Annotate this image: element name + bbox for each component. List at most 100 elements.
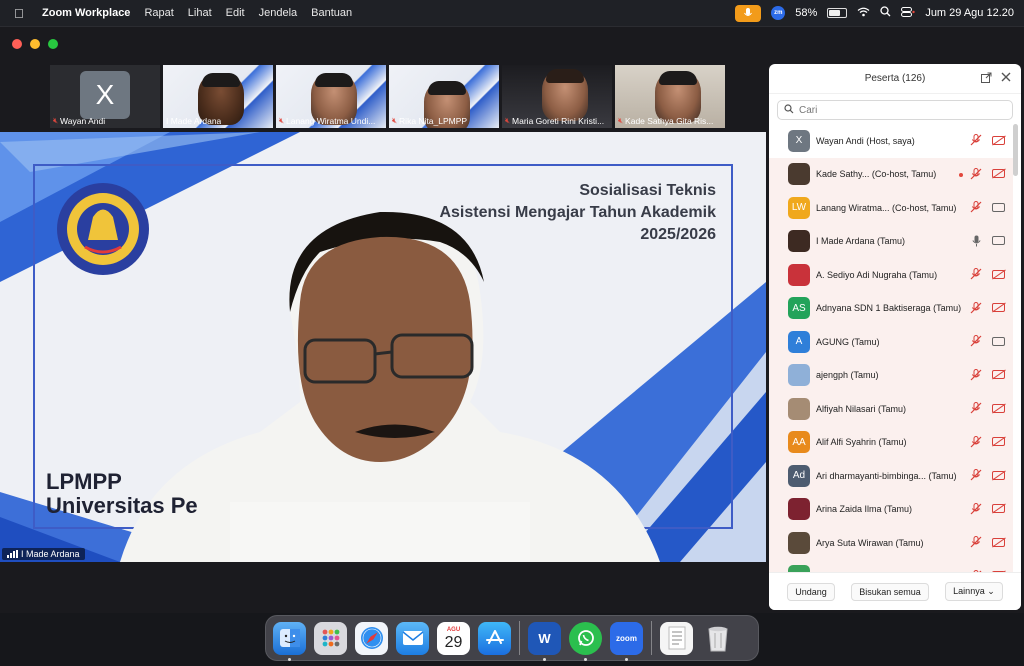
battery-icon[interactable]: [827, 8, 848, 18]
participant-row[interactable]: ajengph (Tamu): [769, 358, 1013, 392]
wifi-icon[interactable]: [857, 7, 870, 20]
muted-mic-icon[interactable]: [970, 536, 982, 548]
muted-mic-icon[interactable]: [970, 368, 982, 381]
microphone-icon[interactable]: [970, 235, 982, 247]
apple-icon[interactable]: : [14, 6, 28, 21]
muted-mic-icon[interactable]: [970, 134, 982, 146]
muted-mic-icon: 🔇︎: [53, 116, 59, 125]
video-off-icon[interactable]: [992, 537, 1005, 547]
menu-bantuan[interactable]: Bantuan: [311, 7, 352, 19]
participants-panel: Peserta (126) Cari X Wayan Andi (Host, sa…: [769, 64, 1021, 610]
menubar-datetime[interactable]: Jum 29 Agu 12.20: [925, 7, 1014, 19]
muted-mic-icon: 🔇︎: [279, 116, 285, 125]
thumbnail-rika-nita[interactable]: 🔇︎ Rika Nita_LPMPP: [389, 65, 499, 128]
pop-out-icon[interactable]: [981, 72, 992, 86]
app-store-icon[interactable]: [478, 621, 511, 655]
zoom-app-icon[interactable]: zoom: [610, 621, 643, 661]
avatar: [788, 163, 810, 186]
thumbnail-wayan-andi[interactable]: X 🔇︎ Wayan Andi: [50, 65, 160, 128]
participant-name: Lanang Wiratma... (Co-host, Tamu): [816, 202, 957, 213]
invite-button[interactable]: Undang: [787, 582, 835, 601]
main-speaker-video[interactable]: Sosialisasi Teknis Asistensi Mengajar Ta…: [0, 132, 766, 562]
menu-lihat[interactable]: Lihat: [188, 7, 212, 19]
muted-mic-icon[interactable]: [970, 502, 982, 515]
muted-mic-icon[interactable]: [970, 469, 982, 481]
menu-rapat[interactable]: Rapat: [144, 7, 173, 19]
trash-icon[interactable]: [701, 622, 734, 655]
participant-row[interactable]: Kade Sathy... (Co-host, Tamu): [769, 157, 1013, 191]
muted-mic-icon[interactable]: [970, 167, 982, 180]
muted-mic-icon[interactable]: [970, 201, 982, 213]
video-off-icon[interactable]: [992, 470, 1005, 480]
close-panel-icon[interactable]: [1001, 72, 1011, 86]
video-camera-icon[interactable]: [992, 236, 1005, 245]
avatar: B: [788, 565, 810, 572]
whatsapp-icon[interactable]: [569, 621, 602, 661]
finder-icon[interactable]: [273, 621, 306, 661]
spotlight-search-icon[interactable]: [880, 6, 891, 20]
participant-name: AGUNG (Tamu): [816, 336, 880, 347]
participant-row[interactable]: Ad Ari dharmayanti-bimbinga... (Tamu): [769, 459, 1013, 493]
video-off-icon[interactable]: [992, 370, 1005, 379]
muted-mic-icon[interactable]: [970, 268, 982, 280]
participant-row[interactable]: LW Lanang Wiratma... (Co-host, Tamu): [769, 191, 1013, 225]
mute-all-button[interactable]: Bisukan semua: [851, 582, 929, 601]
participant-row[interactable]: Alfiyah Nilasari (Tamu): [769, 392, 1013, 426]
video-off-icon[interactable]: [992, 169, 1005, 178]
menu-jendela[interactable]: Jendela: [259, 7, 298, 19]
close-window-button[interactable]: [12, 39, 22, 49]
more-button[interactable]: Lainnya ⌄: [945, 582, 1003, 601]
muted-mic-icon: 🔇︎: [618, 116, 624, 125]
fullscreen-window-button[interactable]: [48, 39, 58, 49]
thumbnail-i-made-ardana[interactable]: I Made Ardana: [163, 65, 273, 128]
video-off-icon[interactable]: [992, 303, 1005, 312]
control-center-icon[interactable]: [901, 6, 916, 20]
document-icon[interactable]: [660, 621, 693, 655]
muted-mic-icon[interactable]: [970, 301, 982, 314]
participant-row[interactable]: I Made Ardana (Tamu): [769, 224, 1013, 258]
participant-name: Alfiyah Nilasari (Tamu): [816, 403, 907, 414]
video-off-icon[interactable]: [992, 504, 1005, 513]
mail-icon[interactable]: [396, 621, 429, 655]
menubar-mic-icon[interactable]: [735, 4, 762, 22]
zoom-meeting-window: X 🔇︎ Wayan Andi I Made Ardana 🔇︎ Lanang Wi…: [0, 26, 1024, 613]
zoom-menubar-icon[interactable]: zm: [771, 6, 786, 20]
battery-percent: 58%: [795, 7, 818, 19]
video-off-icon[interactable]: [992, 269, 1005, 279]
thumbnail-name: Wayan Andi: [60, 116, 106, 126]
muted-mic-icon[interactable]: [970, 435, 982, 448]
participant-row[interactable]: AA Alif Alfi Syahrin (Tamu): [769, 425, 1013, 459]
video-camera-icon[interactable]: [992, 336, 1005, 346]
launchpad-icon[interactable]: [314, 621, 347, 655]
slide-institution: LPMPP Universitas Pe: [46, 469, 198, 518]
muted-mic-icon[interactable]: [970, 335, 982, 347]
menu-app-name[interactable]: Zoom Workplace: [42, 7, 130, 19]
menu-edit[interactable]: Edit: [226, 7, 245, 19]
video-camera-icon[interactable]: [992, 202, 1005, 212]
participant-row[interactable]: X Wayan Andi (Host, saya): [769, 124, 1013, 158]
video-off-icon[interactable]: [992, 403, 1005, 413]
avatar: LW: [788, 196, 810, 219]
participant-list-scrollbar[interactable]: [1013, 124, 1018, 176]
participant-row[interactable]: Arya Suta Wirawan (Tamu): [769, 526, 1013, 560]
thumbnail-maria-goreti[interactable]: 🔇︎ Maria Goreti Rini Kristi...: [502, 65, 612, 128]
muted-mic-icon[interactable]: [970, 402, 982, 414]
participant-row[interactable]: Arina Zaida Ilma (Tamu): [769, 492, 1013, 526]
calendar-icon[interactable]: AGU 29: [437, 621, 470, 655]
connection-signal-icon: [7, 550, 18, 558]
panel-title: Peserta (126): [864, 73, 926, 84]
minimize-window-button[interactable]: [30, 39, 40, 49]
microsoft-word-icon[interactable]: W: [528, 621, 561, 661]
avatar: Ad: [788, 464, 810, 487]
participant-row[interactable]: AS Adnyana SDN 1 Baktiseraga (Tamu): [769, 291, 1013, 325]
participant-row[interactable]: A. Sediyo Adi Nugraha (Tamu): [769, 258, 1013, 292]
participant-row[interactable]: BBartolomeus Kristi Prahm... (Tamu): [769, 559, 1013, 572]
thumbnail-lanang-wiratma[interactable]: 🔇︎ Lanang Wiratma Undi...: [276, 65, 386, 128]
muted-mic-icon: 🔇︎: [505, 116, 511, 125]
participant-row[interactable]: A AGUNG (Tamu): [769, 325, 1013, 359]
video-off-icon[interactable]: [992, 437, 1005, 446]
video-off-icon[interactable]: [992, 135, 1005, 145]
participant-search-input[interactable]: Cari: [777, 100, 1013, 120]
safari-icon[interactable]: [355, 621, 388, 655]
thumbnail-kade-sathya[interactable]: 🔇︎ Kade Sathya Gita Ris...: [615, 65, 725, 128]
